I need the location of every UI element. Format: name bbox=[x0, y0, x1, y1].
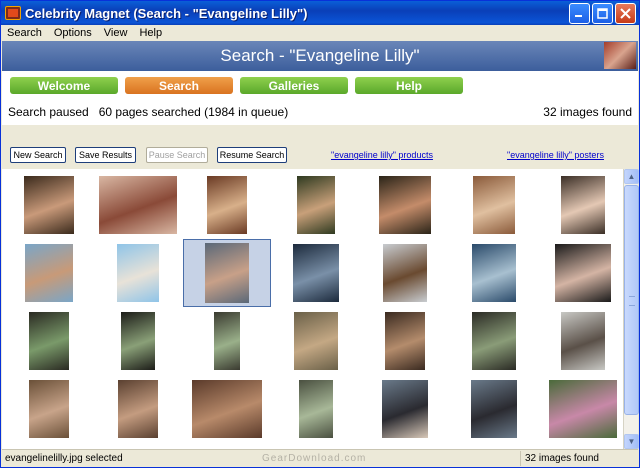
thumbnail-image bbox=[29, 380, 69, 438]
header-banner: Search - "Evangeline Lilly" bbox=[2, 41, 638, 71]
thumbnail-cell[interactable] bbox=[361, 171, 449, 239]
thumbnail-image bbox=[473, 176, 515, 234]
thumbnail-cell[interactable] bbox=[361, 307, 449, 375]
scroll-thumb[interactable] bbox=[624, 185, 639, 415]
thumbnail-cell[interactable] bbox=[450, 375, 538, 443]
menu-help[interactable]: Help bbox=[133, 27, 168, 39]
thumbnail-cell[interactable] bbox=[183, 171, 271, 239]
thumbnail-image bbox=[383, 244, 427, 302]
thumbnail-image bbox=[121, 312, 155, 370]
toolbar: New Search Save Results Pause Search Res… bbox=[2, 125, 638, 169]
minimize-glyph bbox=[575, 15, 582, 17]
thumbnail-image bbox=[549, 380, 617, 438]
window-controls bbox=[569, 3, 636, 24]
menu-view[interactable]: View bbox=[98, 27, 134, 39]
thumbnail-image bbox=[382, 380, 428, 438]
thumbnail-image bbox=[29, 312, 69, 370]
page-title: Search - "Evangeline Lilly" bbox=[220, 46, 420, 65]
thumbnail-cell[interactable] bbox=[361, 375, 449, 443]
thumbnail-cell[interactable] bbox=[5, 239, 93, 307]
products-link[interactable]: "evangeline lilly" products bbox=[331, 150, 433, 160]
search-status: Search paused 60 pages searched (1984 in… bbox=[2, 99, 638, 125]
images-found-count: 32 images found bbox=[543, 105, 632, 119]
thumbnail-cell[interactable] bbox=[5, 307, 93, 375]
thumbnail-image bbox=[118, 380, 158, 438]
thumbnail-cell[interactable] bbox=[539, 239, 624, 307]
nav-help[interactable]: Help bbox=[355, 77, 463, 94]
thumbnail-cell[interactable] bbox=[361, 239, 449, 307]
status-bar: evangelinelilly.jpg selected GearDownloa… bbox=[2, 449, 638, 467]
close-glyph bbox=[620, 8, 631, 19]
thumbnail-cell[interactable] bbox=[94, 375, 182, 443]
scroll-down-icon[interactable]: ▼ bbox=[624, 434, 639, 449]
vertical-scrollbar[interactable]: ▲ ▼ bbox=[623, 169, 639, 449]
thumbnail-cell[interactable] bbox=[272, 375, 360, 443]
pause-search-button[interactable]: Pause Search bbox=[146, 147, 208, 163]
posters-link[interactable]: "evangeline lilly" posters bbox=[507, 150, 604, 160]
thumbnail-image bbox=[24, 176, 74, 234]
maximize-glyph bbox=[597, 8, 608, 19]
thumbnail-cell[interactable] bbox=[450, 239, 538, 307]
thumbnail-cell[interactable] bbox=[272, 239, 360, 307]
thumbnail-cell[interactable] bbox=[272, 171, 360, 239]
minimize-icon[interactable] bbox=[569, 3, 590, 24]
nav-galleries[interactable]: Galleries bbox=[240, 77, 348, 94]
thumbnail-cell[interactable] bbox=[5, 171, 93, 239]
thumbnail-image bbox=[205, 243, 249, 303]
thumbnail-cell[interactable] bbox=[5, 375, 93, 443]
thumbnail-cell[interactable] bbox=[183, 239, 271, 307]
thumbnail-image bbox=[117, 244, 159, 302]
thumbnail-image bbox=[299, 380, 333, 438]
thumbnail-image bbox=[214, 312, 240, 370]
watermark: GearDownload.com bbox=[262, 453, 367, 464]
status-images-found: 32 images found bbox=[520, 451, 630, 466]
new-search-button[interactable]: New Search bbox=[10, 147, 66, 163]
banner-thumbnail bbox=[604, 42, 636, 69]
thumbnail-image bbox=[25, 244, 73, 302]
thumbnail-image bbox=[293, 244, 339, 302]
thumbnail-image bbox=[472, 244, 516, 302]
menu-search[interactable]: Search bbox=[1, 27, 48, 39]
thumbnail-cell[interactable] bbox=[94, 239, 182, 307]
thumbnail-cell[interactable] bbox=[450, 307, 538, 375]
search-progress-text: Search paused 60 pages searched (1984 in… bbox=[8, 105, 289, 119]
thumbnail-image bbox=[471, 380, 517, 438]
thumbnail-cell[interactable] bbox=[539, 375, 624, 443]
maximize-icon[interactable] bbox=[592, 3, 613, 24]
title-bar[interactable]: Celebrity Magnet (Search - "Evangeline L… bbox=[1, 1, 639, 25]
window-title: Celebrity Magnet (Search - "Evangeline L… bbox=[25, 5, 308, 21]
thumbnail-cell[interactable] bbox=[94, 171, 182, 239]
thumbnail-cell[interactable] bbox=[539, 171, 624, 239]
menu-options[interactable]: Options bbox=[48, 27, 98, 39]
save-results-button[interactable]: Save Results bbox=[75, 147, 136, 163]
app-icon bbox=[5, 6, 21, 20]
thumbnail-image bbox=[472, 312, 516, 370]
scroll-up-icon[interactable]: ▲ bbox=[624, 169, 639, 184]
thumbnail-image bbox=[294, 312, 338, 370]
nav-search[interactable]: Search bbox=[125, 77, 233, 94]
thumbnail-image bbox=[297, 176, 335, 234]
thumbnail-cell[interactable] bbox=[539, 307, 624, 375]
thumbnail-image bbox=[192, 380, 262, 438]
thumbnail-image bbox=[385, 312, 425, 370]
menu-bar: Search Options View Help bbox=[1, 25, 639, 41]
thumbnail-cell[interactable] bbox=[183, 375, 271, 443]
thumbnail-image bbox=[99, 176, 177, 234]
thumbnail-image bbox=[561, 176, 605, 234]
app-window: Celebrity Magnet (Search - "Evangeline L… bbox=[0, 0, 640, 468]
thumbnail-cell[interactable] bbox=[183, 307, 271, 375]
close-icon[interactable] bbox=[615, 3, 636, 24]
thumbnail-image bbox=[379, 176, 431, 234]
thumbnail-image bbox=[555, 244, 611, 302]
thumbnail-cell[interactable] bbox=[94, 307, 182, 375]
nav-welcome[interactable]: Welcome bbox=[10, 77, 118, 94]
thumbnail-cell[interactable] bbox=[450, 171, 538, 239]
image-grid bbox=[2, 169, 624, 449]
selected-file-text: evangelinelilly.jpg selected bbox=[5, 453, 123, 464]
nav-bar: Welcome Search Galleries Help bbox=[2, 71, 638, 99]
thumbnail-image bbox=[207, 176, 247, 234]
thumbnail-image bbox=[561, 312, 605, 370]
thumbnail-cell[interactable] bbox=[272, 307, 360, 375]
resume-search-button[interactable]: Resume Search bbox=[217, 147, 287, 163]
